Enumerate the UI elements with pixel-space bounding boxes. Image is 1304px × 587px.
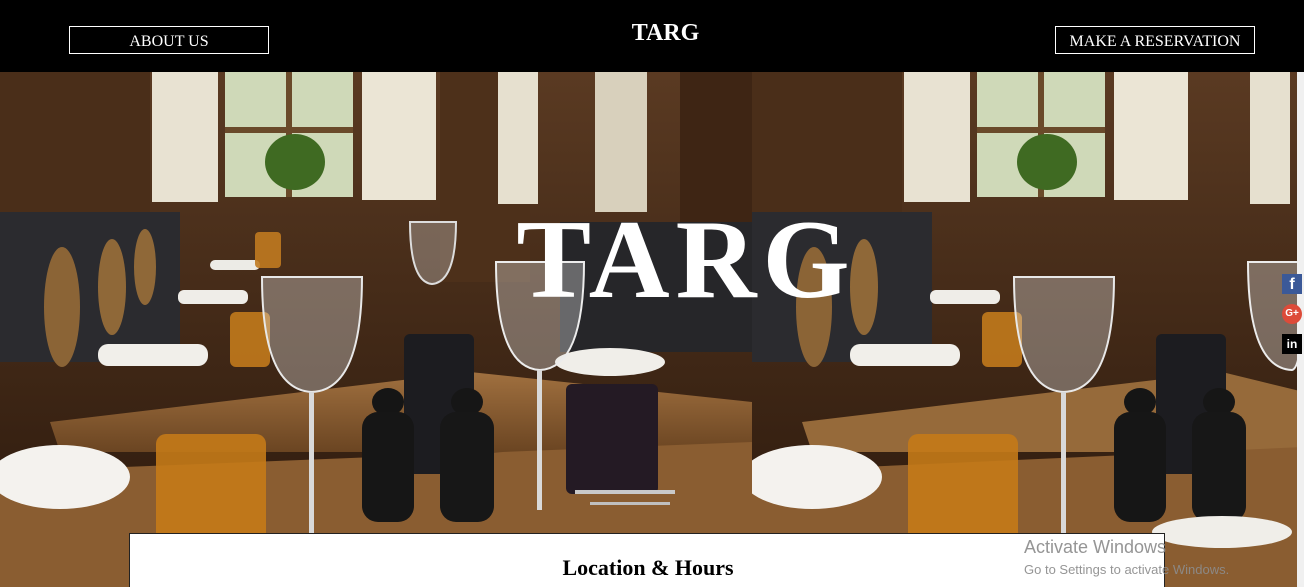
google-plus-icon[interactable]: G+ [1282,304,1302,324]
windows-activation-watermark: Activate Windows Go to Settings to activ… [1024,536,1294,579]
location-hours-card: Location & Hours [129,533,1165,587]
make-reservation-button[interactable]: MAKE A RESERVATION [1055,26,1255,54]
hero-title: TARG [516,198,856,322]
make-reservation-label: MAKE A RESERVATION [1069,33,1241,50]
page: ABOUT US TARG MAKE A RESERVATION TARG f … [0,0,1304,587]
location-hours-title: Location & Hours [562,555,734,580]
watermark-title: Activate Windows [1024,537,1167,557]
hero-restaurant-image-repeat [752,72,1304,587]
hero-restaurant-image [0,72,752,587]
scrollbar-track[interactable] [1297,72,1304,587]
top-nav-bar: ABOUT US TARG MAKE A RESERVATION [0,0,1304,72]
hero-banner: TARG [0,72,1304,587]
facebook-icon[interactable]: f [1282,274,1302,294]
watermark-subtitle: Go to Settings to activate Windows. [1024,562,1230,577]
linkedin-icon[interactable]: in [1282,334,1302,354]
